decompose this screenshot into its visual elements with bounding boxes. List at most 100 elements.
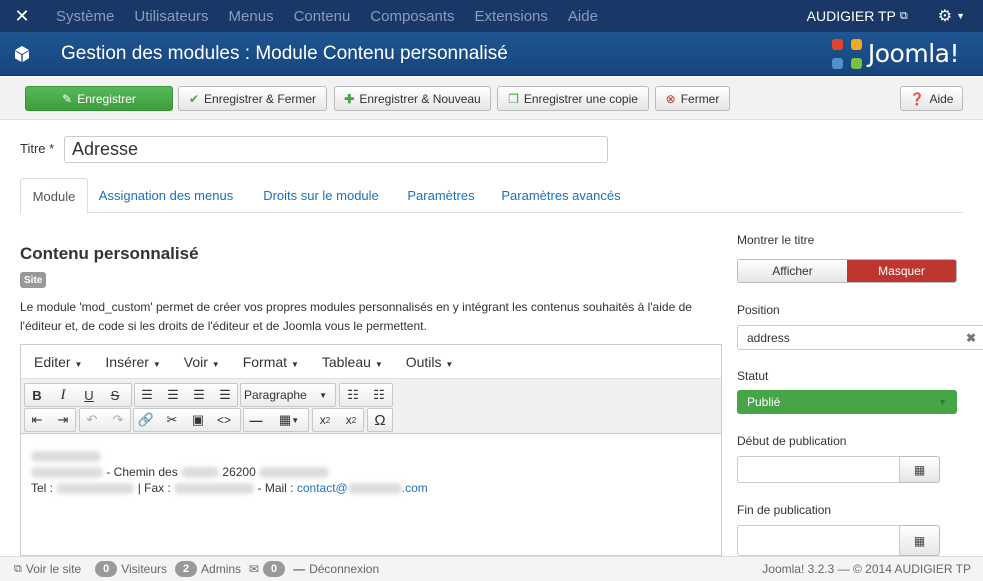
position-select[interactable]: address ✖ (737, 325, 983, 350)
menu-extensions[interactable]: Extensions (475, 8, 548, 25)
messages-link[interactable]: ✉ 0 (249, 561, 286, 577)
external-link-icon: ⧉ (899, 9, 908, 22)
title-label: Titre * (20, 141, 55, 156)
toolbar: ✎ Enregistrer ✔ Enregistrer & Fermer ✚ E… (0, 77, 983, 120)
redo-icon[interactable]: ↷ (107, 409, 129, 431)
tab-assignation-menus[interactable]: Assignation des menus (94, 178, 238, 213)
site-link[interactable]: AUDIGIER TP ⧉ (807, 8, 908, 24)
tab-module[interactable]: Module (20, 178, 88, 214)
show-title-show-button[interactable]: Afficher (738, 260, 847, 282)
module-description: Le module 'mod_custom' permet de créer v… (20, 300, 692, 333)
page-title: Gestion des modules : Module Contenu per… (61, 42, 508, 64)
subscript-icon[interactable]: x2 (314, 409, 336, 431)
position-label: Position (737, 303, 780, 317)
justify-icon[interactable]: ☰ (214, 384, 236, 406)
menu-aide[interactable]: Aide (568, 8, 598, 25)
menu-utilisateurs[interactable]: Utilisateurs (134, 8, 208, 25)
end-date-input[interactable] (737, 525, 900, 556)
editor-menu-tableau[interactable]: Tableau ▼ (322, 354, 383, 370)
image-icon[interactable]: ▣ (187, 409, 209, 431)
close-button[interactable]: ⊗ Fermer (655, 86, 730, 111)
editor-menu-voir[interactable]: Voir ▼ (184, 354, 220, 370)
bullet-list-icon[interactable]: ☷ (342, 384, 364, 406)
copyright-label: — © 2014 AUDIGIER TP (837, 562, 971, 576)
brand-name: Joomla! (867, 39, 960, 68)
save-close-button[interactable]: ✔ Enregistrer & Fermer (178, 86, 327, 111)
editor-menu-editer[interactable]: Editer ▼ (34, 354, 82, 370)
position-value: address (747, 330, 790, 345)
editor-menu-outils[interactable]: Outils ▼ (406, 354, 454, 370)
minus-icon: — (293, 562, 306, 576)
save-new-button[interactable]: ✚ Enregistrer & Nouveau (334, 86, 491, 111)
title-input[interactable]: Adresse (64, 136, 608, 163)
end-date-field: ▦ (737, 525, 940, 556)
joomla-logo-icon (831, 38, 862, 69)
view-site-link[interactable]: ⧉ Voir le site (14, 562, 81, 576)
admins-info: 2 Admins (175, 561, 241, 577)
copy-icon: ❐ (508, 91, 519, 106)
align-center-icon[interactable]: ☰ (162, 384, 184, 406)
align-left-icon[interactable]: ☰ (136, 384, 158, 406)
status-select[interactable]: Publié ▼ (737, 390, 957, 414)
edit-icon: ✎ (62, 91, 73, 106)
calendar-icon[interactable]: ▦ (900, 525, 940, 556)
menu-menus[interactable]: Menus (229, 8, 274, 25)
tab-droits[interactable]: Droits sur le module (256, 178, 386, 213)
menu-contenu[interactable]: Contenu (294, 8, 351, 25)
caret-down-icon: ▼ (938, 397, 947, 407)
save-label: Enregistrer (77, 91, 136, 106)
editor-menu-format[interactable]: Format ▼ (243, 354, 299, 370)
menu-composants[interactable]: Composants (370, 8, 454, 25)
calendar-icon[interactable]: ▦ (900, 456, 940, 483)
horizontal-rule-icon[interactable]: — (245, 409, 267, 431)
undo-icon[interactable]: ↶ (81, 409, 103, 431)
editor-menubar: Editer ▼ Insérer ▼ Voir ▼ Format ▼ Table… (21, 345, 721, 379)
italic-icon[interactable]: I (52, 384, 74, 406)
top-menu: Système Utilisateurs Menus Contenu Compo… (44, 8, 606, 25)
bold-icon[interactable]: B (26, 384, 48, 406)
version-info: Joomla! 3.2.3 — © 2014 AUDIGIER TP (762, 562, 971, 576)
start-date-input[interactable] (737, 456, 900, 483)
numbered-list-icon[interactable]: ☷ (368, 384, 390, 406)
status-label: Statut (737, 369, 769, 383)
editor-content[interactable]: - Chemin des 26200 Tel : | Fax : - Mail … (21, 434, 721, 510)
clear-icon[interactable]: ✖ (966, 331, 976, 345)
save-copy-button[interactable]: ❐ Enregistrer une copie (497, 86, 649, 111)
underline-icon[interactable]: U (78, 384, 100, 406)
align-right-icon[interactable]: ☰ (188, 384, 210, 406)
messages-count: 0 (263, 561, 286, 577)
joomla-icon[interactable]: ✕ (0, 0, 44, 32)
check-icon: ✔ (188, 91, 200, 106)
indent-icon[interactable]: ⇥ (52, 409, 74, 431)
editor-menu-inserer[interactable]: Insérer ▼ (105, 354, 160, 370)
save-button[interactable]: ✎ Enregistrer (25, 86, 173, 111)
special-char-icon[interactable]: Ω (369, 409, 391, 431)
superscript-icon[interactable]: x2 (340, 409, 362, 431)
show-title-hide-button[interactable]: Masquer (847, 260, 956, 282)
visitors-info: 0 Visiteurs (95, 561, 167, 577)
paragraph-format-select[interactable]: Paragraphe ▼ (241, 384, 333, 406)
settings-menu[interactable]: ⚙ ▼ (938, 6, 965, 26)
outdent-icon[interactable]: ⇤ (26, 409, 48, 431)
gear-icon: ⚙ (937, 8, 953, 25)
module-heading: Contenu personnalisé (20, 244, 199, 263)
status-value: Publié (747, 395, 781, 409)
unlink-icon[interactable]: ✂ (161, 409, 183, 431)
end-date-label: Fin de publication (737, 503, 832, 517)
tab-parametres[interactable]: Paramètres (400, 178, 482, 213)
view-site-label: Voir le site (25, 562, 82, 576)
logout-label: Déconnexion (309, 562, 380, 576)
tab-parametres-avances[interactable]: Paramètres avancés (496, 178, 626, 213)
editor-toolbar: B I U S ☰ ☰ ☰ ☰ Paragraphe ▼ ☷ ☷ ⇤ ⇥ ↶ ↷ … (21, 379, 721, 434)
logout-link[interactable]: — Déconnexion (293, 562, 379, 576)
top-navbar: ✕ Système Utilisateurs Menus Contenu Com… (0, 0, 983, 32)
table-icon[interactable]: ▦ ▼ (271, 409, 307, 431)
link-icon[interactable]: 🔗 (135, 409, 157, 431)
help-button[interactable]: ❓ Aide (900, 86, 963, 111)
save-new-label: Enregistrer & Nouveau (359, 91, 481, 106)
code-icon[interactable]: <> (213, 409, 235, 431)
strikethrough-icon[interactable]: S (104, 384, 126, 406)
save-close-label: Enregistrer & Fermer (204, 91, 317, 106)
menu-systeme[interactable]: Système (56, 8, 114, 25)
start-date-label: Début de publication (737, 434, 847, 448)
